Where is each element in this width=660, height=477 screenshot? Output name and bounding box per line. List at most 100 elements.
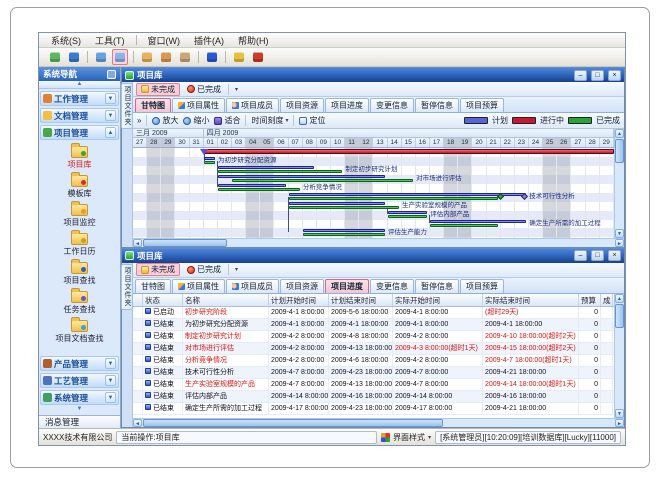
gantt-bar-completed[interactable]	[388, 215, 428, 218]
zoom-out-button[interactable]: 缩小	[183, 115, 209, 126]
project-folder-tab[interactable]: 项目文件夹	[121, 264, 133, 310]
column-header-6[interactable]: 实际结束时间	[483, 294, 579, 306]
gantt-bar-plan[interactable]	[218, 184, 286, 187]
scrollbar-thumb[interactable]	[143, 239, 227, 247]
fit-button[interactable]: 适合	[214, 115, 240, 126]
gantt-bar-completed[interactable]	[218, 170, 342, 173]
interface-style-button[interactable]: 界面样式 ▾	[381, 432, 431, 443]
gantt-tab-6[interactable]: 暂停信息	[415, 98, 459, 112]
progress-tab-4[interactable]: 项目进度	[325, 279, 369, 293]
progress-filter-completed[interactable]: 已完成	[182, 263, 226, 276]
scroll-down-icon[interactable]: ▼	[615, 229, 624, 238]
gantt-bar-plan[interactable]	[289, 193, 527, 196]
menu-item-2[interactable]: 窗口(W)	[142, 34, 187, 47]
sidebar-item-2[interactable]: 项目监控	[64, 201, 96, 228]
mail-send-button[interactable]	[177, 49, 193, 65]
gantt-filter-incomplete[interactable]: 未完成	[136, 83, 180, 96]
gantt-bar-plan[interactable]	[204, 157, 215, 160]
column-header-7[interactable]: 预算	[579, 294, 601, 306]
progress-tab-2[interactable]: 项目成员	[226, 279, 279, 293]
menu-item-0[interactable]: 系统(S)	[45, 34, 87, 47]
table-vertical-scrollbar[interactable]: ▲ ▼	[614, 294, 624, 419]
gantt-bar-plan[interactable]	[289, 202, 385, 205]
gantt-horizontal-scrollbar[interactable]: ◄ ►	[133, 238, 624, 247]
sidebar-item-0[interactable]: 项目库	[68, 143, 92, 170]
table-row[interactable]: 已结束制定初步研究计划2009-4-2 8:00:002009-4-8 18:0…	[133, 331, 614, 343]
gantt-bar-plan[interactable]	[218, 175, 385, 178]
close-button[interactable]: ×	[608, 70, 621, 81]
gantt-vertical-scrollbar[interactable]: ▲ ▼	[614, 129, 624, 238]
gantt-filter-dropdown[interactable]: ▾	[231, 86, 242, 93]
minimize-button[interactable]: –	[574, 250, 587, 261]
minimize-button[interactable]: –	[574, 70, 587, 81]
globe-button[interactable]	[66, 49, 82, 65]
gantt-tab-0[interactable]: 甘特图	[135, 98, 171, 112]
gantt-tab-2[interactable]: 项目成员	[226, 98, 279, 112]
mail-button[interactable]	[139, 49, 155, 65]
progress-filter-incomplete[interactable]: 未完成	[136, 263, 180, 276]
chevron-down-icon[interactable]: ▼	[105, 93, 116, 104]
scroll-down-icon[interactable]: ▼	[615, 409, 624, 418]
menu-item-1[interactable]: 工具(T)	[89, 34, 131, 47]
gantt-bar-completed[interactable]	[232, 179, 413, 182]
maximize-button[interactable]: □	[591, 250, 604, 261]
sidebar-group-1[interactable]: 文档管理▼	[40, 108, 119, 123]
sidebar-group-5[interactable]: 系统管理▼	[40, 390, 119, 405]
column-header-5[interactable]: 实际开始时间	[393, 294, 483, 306]
menu-item-3[interactable]: 插件(A)	[188, 34, 230, 47]
desktop-button[interactable]	[47, 49, 63, 65]
help-button[interactable]	[204, 49, 220, 65]
gantt-bar-completed[interactable]	[289, 197, 498, 200]
table-row[interactable]: 已结束生产实验室规模的产品2009-4-7 8:00:002009-4-13 1…	[133, 379, 614, 391]
save-project-button[interactable]	[112, 49, 128, 65]
scrollbar-thumb[interactable]	[143, 419, 443, 427]
mail-report-button[interactable]	[158, 49, 174, 65]
progress-tab-6[interactable]: 暂停信息	[415, 279, 459, 293]
column-header-8[interactable]: 成	[601, 294, 613, 306]
gantt-tab-5[interactable]: 变更信息	[370, 98, 414, 112]
progress-tab-5[interactable]: 变更信息	[370, 279, 414, 293]
locate-button[interactable]: 定位	[299, 115, 325, 126]
zoom-in-button[interactable]: 放大	[152, 115, 178, 126]
sidebar-group-4[interactable]: 工艺管理▼	[40, 373, 119, 388]
chevron-down-icon[interactable]: ▼	[105, 358, 116, 369]
sidebar-item-5[interactable]: 任务查找	[64, 288, 96, 315]
gantt-bar-plan[interactable]	[430, 220, 526, 223]
gantt-bar-completed[interactable]	[289, 206, 399, 209]
sidebar-group-2[interactable]: 项目管理▲	[40, 125, 119, 140]
column-header-3[interactable]: 计划开始时间	[269, 294, 329, 306]
table-row[interactable]: 已启动初步研究阶段2009-4-1 8:00:002009-5-6 18:00:…	[133, 307, 614, 319]
progress-tab-1[interactable]: 项目属性	[172, 279, 225, 293]
gantt-bar-completed[interactable]	[218, 188, 300, 191]
gantt-tab-4[interactable]: 项目进度	[325, 98, 369, 112]
child-title-bar[interactable]: 项目库 – □ ×	[122, 68, 624, 82]
sidebar-overflow-chevron[interactable]: ▼	[40, 406, 119, 415]
gantt-bar-plan[interactable]	[218, 166, 314, 169]
child-title-bar[interactable]: 项目库 – □ ×	[122, 249, 624, 263]
sidebar-item-6[interactable]: 项目文档查找	[56, 317, 104, 344]
chevron-down-icon[interactable]: ▼	[105, 392, 116, 403]
table-row[interactable]: 已结束评估内部产品2009-4-14 8:00:002009-4-16 18:0…	[133, 391, 614, 403]
scroll-up-icon[interactable]: ▲	[615, 129, 624, 138]
table-row[interactable]: 已结束对市场进行评估2009-4-2 8:00:002009-4-13 18:0…	[133, 343, 614, 355]
column-header-2[interactable]: 名称	[183, 294, 269, 306]
gantt-tab-1[interactable]: 项目属性	[172, 98, 225, 112]
scroll-up-icon[interactable]: ▲	[615, 294, 624, 303]
pin-icon[interactable]	[107, 70, 116, 79]
sidebar-group-3[interactable]: 产品管理▼	[40, 356, 119, 371]
timescale-button[interactable]: 时间刻度▾	[251, 115, 288, 126]
table-row[interactable]: 已结束技术可行性分析2009-4-7 8:00:002009-4-23 18:0…	[133, 367, 614, 379]
scroll-left-icon[interactable]: ◄	[133, 239, 142, 247]
lock-button[interactable]	[231, 49, 247, 65]
sidebar-item-1[interactable]: 模板库	[68, 172, 92, 199]
maximize-button[interactable]: □	[591, 70, 604, 81]
gantt-bar-completed[interactable]	[303, 233, 385, 236]
sidebar-item-4[interactable]: 项目查找	[64, 259, 96, 286]
more-buttons[interactable]: »	[137, 116, 141, 125]
progress-filter-dropdown[interactable]: ▾	[231, 266, 242, 273]
stop-button[interactable]	[250, 49, 266, 65]
gantt-bar-plan[interactable]	[303, 229, 385, 232]
project-folder-tab[interactable]: 项目文件夹	[121, 83, 133, 129]
sidebar-tab-message-management[interactable]: 消息管理	[39, 415, 120, 428]
scroll-right-icon[interactable]: ►	[615, 239, 624, 247]
